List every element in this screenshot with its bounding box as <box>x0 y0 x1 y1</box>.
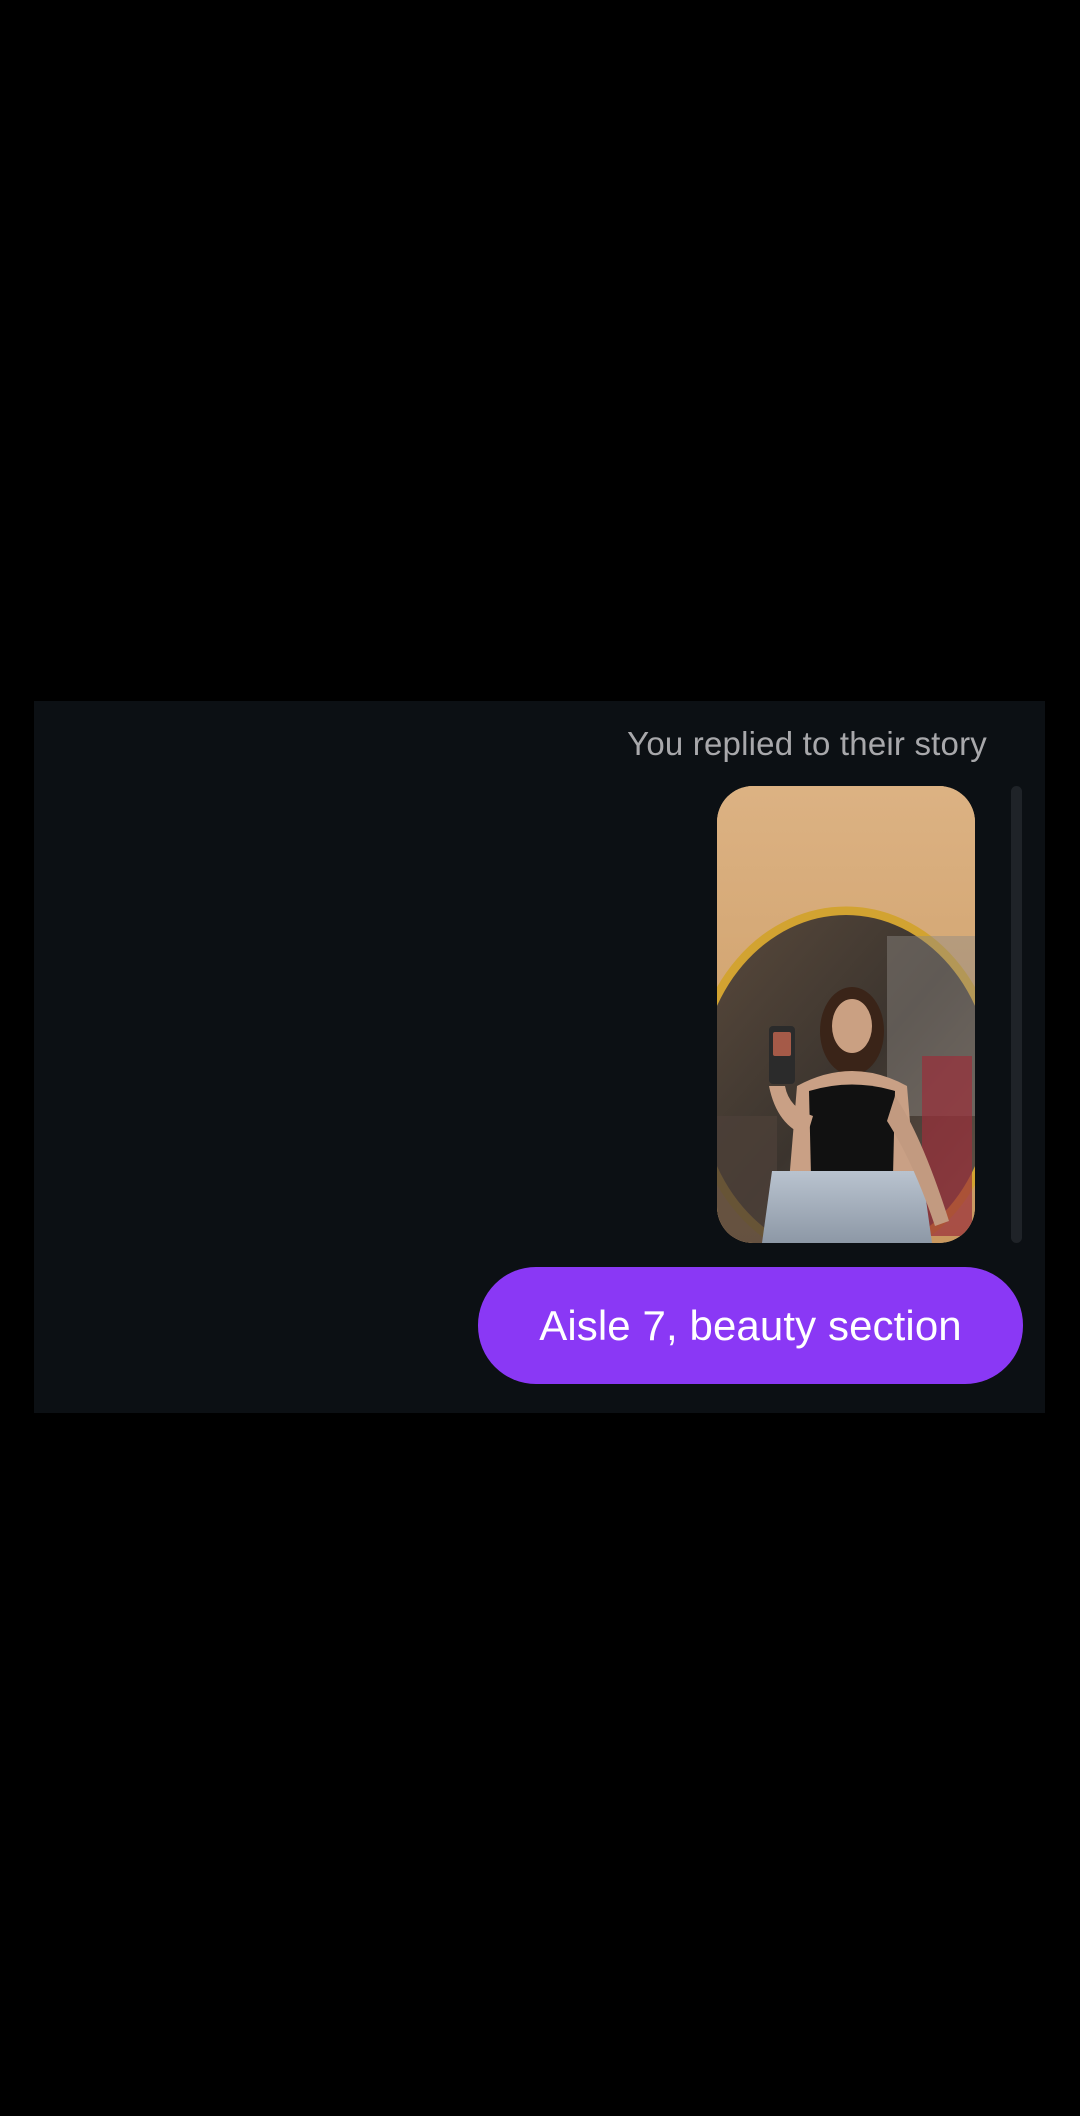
story-reply-indicator-bar <box>1011 786 1022 1243</box>
chat-thread: You replied to their story Aisle 7, beau… <box>34 701 1045 1413</box>
story-photo-image <box>717 786 975 1243</box>
story-reply-label: You replied to their story <box>627 725 987 762</box>
message-text: Aisle 7, beauty section <box>539 1301 962 1349</box>
sent-message-bubble[interactable]: Aisle 7, beauty section <box>478 1267 1023 1384</box>
story-thumbnail[interactable] <box>717 786 975 1243</box>
